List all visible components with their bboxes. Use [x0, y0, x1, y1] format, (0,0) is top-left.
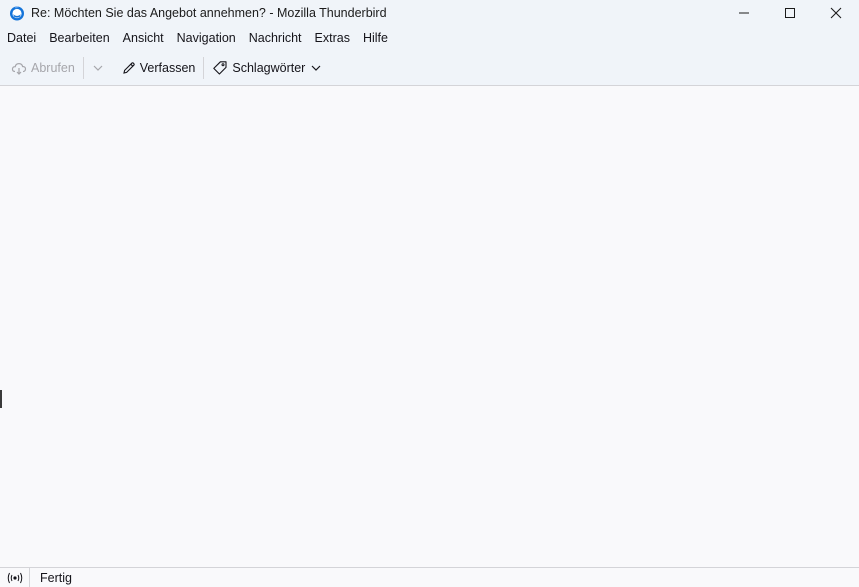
- chevron-down-icon: [311, 65, 321, 71]
- tag-icon: [213, 60, 227, 75]
- toolbar-separator: [82, 56, 84, 79]
- minimize-button[interactable]: [721, 0, 767, 26]
- tags-button[interactable]: Schlagwörter: [208, 55, 326, 81]
- online-status-icon: [7, 572, 22, 583]
- maximize-button[interactable]: [767, 0, 813, 26]
- title-bar: Re: Möchten Sie das Angebot annehmen? - …: [0, 0, 859, 26]
- close-icon: [830, 7, 842, 19]
- menu-ansicht[interactable]: Ansicht: [116, 31, 170, 45]
- tags-label: Schlagwörter: [232, 60, 306, 75]
- menu-hilfe[interactable]: Hilfe: [356, 31, 394, 45]
- menu-nachricht[interactable]: Nachricht: [242, 31, 308, 45]
- maximize-icon: [785, 8, 795, 18]
- window-title: Re: Möchten Sie das Angebot annehmen? - …: [31, 6, 387, 20]
- online-status-button[interactable]: [0, 568, 30, 587]
- menu-extras[interactable]: Extras: [308, 31, 356, 45]
- write-button[interactable]: Verfassen: [118, 55, 200, 81]
- window-edge-mark: [0, 390, 2, 408]
- menu-datei[interactable]: Datei: [0, 31, 42, 45]
- chevron-down-icon: [93, 65, 103, 71]
- close-button[interactable]: [813, 0, 859, 26]
- status-text: Fertig: [40, 570, 72, 585]
- menu-navigation[interactable]: Navigation: [170, 31, 242, 45]
- thunderbird-icon: [10, 6, 24, 21]
- main-toolbar: Abrufen Verfassen Schlagwörter: [0, 50, 859, 86]
- window-controls: [721, 0, 859, 26]
- get-messages-dropdown[interactable]: [88, 55, 108, 81]
- pencil-icon: [123, 61, 135, 74]
- get-messages-button[interactable]: Abrufen: [7, 55, 79, 81]
- cloud-download-icon: [11, 62, 27, 75]
- write-label: Verfassen: [139, 60, 196, 75]
- message-content-area[interactable]: [0, 86, 859, 567]
- menu-bearbeiten[interactable]: Bearbeiten: [42, 31, 115, 45]
- minimize-icon: [739, 12, 749, 14]
- menu-bar: Datei Bearbeiten Ansicht Navigation Nach…: [0, 26, 859, 50]
- status-bar: Fertig: [0, 567, 859, 587]
- toolbar-separator: [203, 56, 205, 79]
- get-messages-label: Abrufen: [31, 60, 75, 75]
